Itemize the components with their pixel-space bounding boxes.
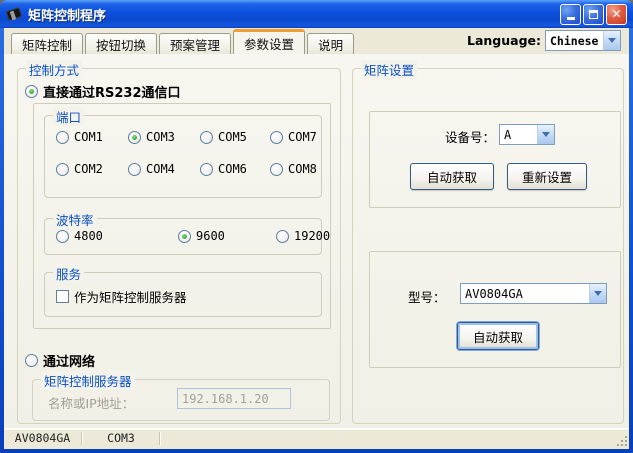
status-bar: AV0804GA COM3 [4,428,629,449]
radio-icon[interactable] [56,162,69,176]
tab-help[interactable]: 说明 [307,33,355,54]
device-id-value: A [504,127,512,142]
matrix-settings-group: 矩阵设置 设备号： A 自动获取 重新设置 型号： AV0804GA 自动获取 [352,60,624,424]
window-body: 矩阵控制 按钮切换 预案管理 参数设置 说明 Language: Chinese… [4,28,629,449]
model-box: 型号： AV0804GA 自动获取 [369,251,621,368]
rs232-settings-box: 端口 COM1 COM3 COM5 COM7 COM2 COM4 COM6 CO… [33,103,331,329]
checkbox-icon[interactable] [56,290,69,303]
close-icon[interactable]: ✕ [606,3,627,25]
radio-com1[interactable]: COM1 [56,130,103,144]
radio-icon[interactable] [270,162,283,176]
service-group: 服务 作为矩阵控制服务器 [44,264,322,317]
radio-com6[interactable]: COM6 [200,162,247,176]
device-id-select[interactable]: A [499,124,555,145]
language-value: Chinese [550,33,599,48]
radio-icon[interactable] [276,229,289,243]
radio-icon[interactable] [25,354,38,367]
auto-get-device-button[interactable]: 自动获取 [410,163,494,190]
radio-com7[interactable]: COM7 [270,130,317,144]
control-mode-group: 控制方式 直接通过RS232通信口 端口 COM1 COM3 COM5 COM7 [17,60,341,424]
status-model-pane: AV0804GA [14,431,71,445]
radio-4800[interactable]: 4800 [56,229,103,243]
chevron-down-icon[interactable] [537,125,554,144]
status-port-pane: COM3 [107,431,135,445]
model-select[interactable]: AV0804GA [460,283,607,304]
ip-address-label: 名称或IP地址： [48,396,135,411]
network-radio[interactable]: 通过网络 [25,351,95,370]
language-select[interactable]: Chinese [545,30,621,51]
matrix-server-group-title: 矩阵控制服务器 [41,371,135,390]
ip-address-input[interactable] [177,388,291,409]
radio-icon[interactable] [56,130,69,144]
network-radio-label: 通过网络 [43,355,96,370]
matrix-settings-group-title: 矩阵设置 [361,60,418,79]
baud-group-title: 波特率 [53,210,97,229]
tab-preset-manage[interactable]: 预案管理 [159,33,232,54]
model-label: 型号： [408,290,446,305]
radio-icon[interactable] [25,85,38,98]
tab-strip: 矩阵控制 按钮切换 预案管理 参数设置 说明 Language: Chinese [4,28,629,54]
maximize-icon[interactable] [583,3,604,25]
auto-get-model-button[interactable]: 自动获取 [457,322,539,350]
device-box: 设备号： A 自动获取 重新设置 [369,111,621,208]
radio-com5[interactable]: COM5 [200,130,247,144]
minimize-icon[interactable] [560,3,581,25]
rs232-radio-label: 直接通过RS232通信口 [43,86,181,101]
port-group: 端口 COM1 COM3 COM5 COM7 COM2 COM4 COM6 CO… [44,107,322,198]
server-checkbox-label: 作为矩阵控制服务器 [74,290,187,305]
radio-com3[interactable]: COM3 [128,130,175,144]
radio-com2[interactable]: COM2 [56,162,103,176]
resize-grip-icon[interactable] [625,444,627,446]
radio-icon[interactable] [128,162,141,176]
language-label: Language: [466,33,541,48]
radio-icon[interactable] [200,162,213,176]
tab-button-switch[interactable]: 按钮切换 [85,33,158,54]
radio-icon[interactable] [128,130,141,144]
app-window: 矩阵控制程序 ✕ 矩阵控制 按钮切换 预案管理 参数设置 说明 Language… [0,0,633,453]
app-icon [5,6,23,22]
title-bar[interactable]: 矩阵控制程序 ✕ [0,0,633,28]
tab-parameter-settings[interactable]: 参数设置 [233,29,306,54]
port-group-title: 端口 [53,107,85,126]
matrix-server-group: 矩阵控制服务器 名称或IP地址： [32,371,330,421]
parameter-settings-page: 控制方式 直接通过RS232通信口 端口 COM1 COM3 COM5 COM7 [4,54,629,428]
rs232-radio[interactable]: 直接通过RS232通信口 [25,82,181,101]
status-separator [159,432,161,445]
window-title: 矩阵控制程序 [28,8,107,24]
model-value: AV0804GA [465,286,523,301]
radio-icon[interactable] [200,130,213,144]
radio-icon[interactable] [178,229,191,243]
radio-19200[interactable]: 19200 [276,229,330,243]
radio-icon[interactable] [56,229,69,243]
control-mode-group-title: 控制方式 [26,60,83,79]
tab-matrix-control[interactable]: 矩阵控制 [11,33,84,54]
baud-group: 波特率 4800 9600 19200 [44,210,330,255]
reset-device-button[interactable]: 重新设置 [507,163,587,190]
chevron-down-icon[interactable] [603,31,620,50]
radio-com8[interactable]: COM8 [270,162,317,176]
radio-icon[interactable] [270,130,283,144]
radio-9600[interactable]: 9600 [178,229,225,243]
service-group-title: 服务 [53,264,85,283]
server-checkbox-row[interactable]: 作为矩阵控制服务器 [56,287,187,306]
radio-com4[interactable]: COM4 [128,162,175,176]
device-id-label: 设备号： [445,130,496,145]
chevron-down-icon[interactable] [589,284,606,303]
